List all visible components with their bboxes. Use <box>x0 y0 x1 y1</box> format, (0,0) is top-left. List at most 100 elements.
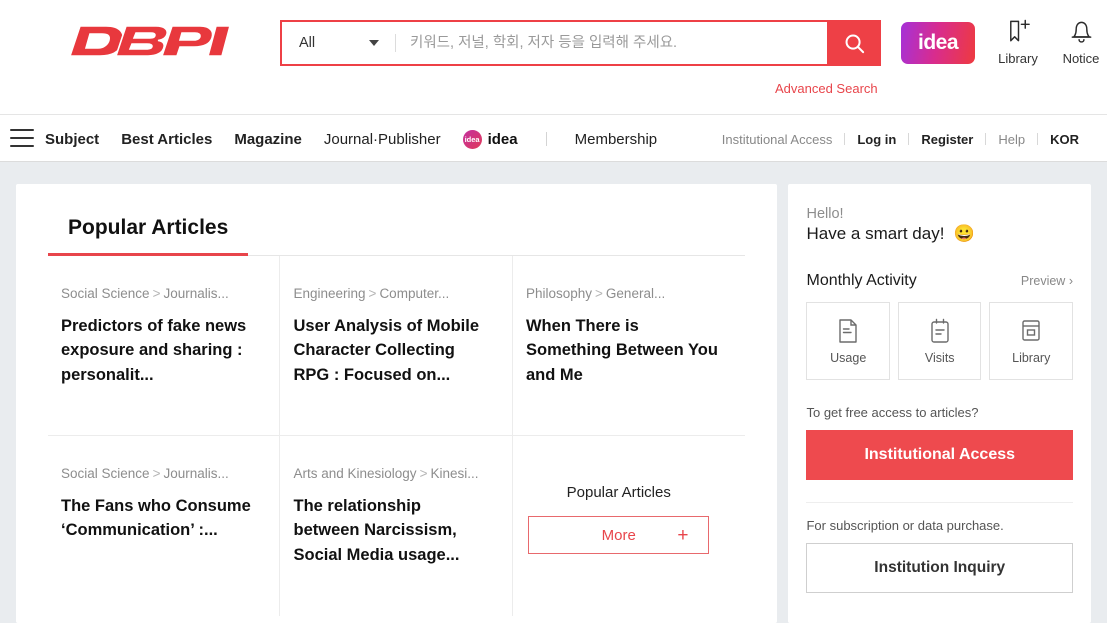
chevron-right-icon: > <box>152 286 161 301</box>
article-category[interactable]: Arts and Kinesiology > Kinesi... <box>293 466 490 481</box>
library-book-icon <box>1022 319 1040 341</box>
activity-box-visits[interactable]: Visits <box>897 302 982 380</box>
activity-box-usage-label: Usage <box>830 350 867 365</box>
idea-badge-label: idea <box>917 31 959 54</box>
greeting-message: Have a smart day! 😀 <box>806 224 1073 244</box>
hamburger-menu-icon[interactable] <box>10 127 34 149</box>
chevron-right-icon: › <box>1068 274 1073 288</box>
search-icon <box>845 34 864 53</box>
article-category-sub: General... <box>605 286 666 301</box>
article-category[interactable]: Engineering > Computer... <box>293 286 490 301</box>
nav-institutional-access[interactable]: Institutional Access <box>710 132 845 147</box>
main-navigation: Subject Best Articles Magazine Journal·P… <box>0 114 1107 162</box>
chevron-down-icon <box>369 40 379 46</box>
article-category-main: Social Science <box>61 286 150 301</box>
nav-item-journal-publisher[interactable]: Journal·Publisher <box>324 131 441 148</box>
header-library-button[interactable]: Library <box>990 18 1046 66</box>
greeting-hello: Hello! <box>806 206 844 222</box>
more-articles-cell: Popular Articles More + <box>513 436 746 616</box>
more-panel-label: Popular Articles <box>566 484 671 501</box>
article-category-sub: Computer... <box>379 286 450 301</box>
chevron-right-icon: > <box>152 466 161 481</box>
plus-icon: + <box>677 524 689 546</box>
more-button-label: More <box>601 526 636 544</box>
nav-separator <box>545 132 547 146</box>
monthly-activity-header: Monthly Activity Preview › <box>806 272 1073 290</box>
article-title[interactable]: When There is Something Between You and … <box>526 314 724 387</box>
panel-tabs: Popular Articles <box>48 184 746 256</box>
activity-box-library-label: Library <box>1012 350 1051 365</box>
activity-preview-link[interactable]: Preview › <box>1021 274 1073 288</box>
clipboard-visits-icon <box>931 318 949 343</box>
article-card[interactable]: Philosophy > General... When There is Some… <box>512 256 746 436</box>
activity-box-visits-label: Visits <box>924 350 955 365</box>
nav-item-magazine[interactable]: Magazine <box>234 131 302 148</box>
nav-item-idea[interactable]: idea idea <box>462 129 518 149</box>
activity-box-usage[interactable]: Usage <box>806 302 890 380</box>
nav-language-kor[interactable]: KOR <box>1038 132 1091 147</box>
article-category-sub: Kinesi... <box>430 466 479 481</box>
dbpia-logo[interactable] <box>66 22 238 60</box>
greeting-message-text: Have a smart day! <box>806 224 945 243</box>
tab-popular-articles[interactable]: Popular Articles <box>48 216 249 256</box>
articles-grid: Social Science > Journalis... Predictors o… <box>48 256 746 616</box>
more-button[interactable]: More + <box>527 516 710 554</box>
institution-inquiry-button[interactable]: Institution Inquiry <box>806 543 1073 593</box>
hamburger-line <box>10 137 34 139</box>
sidebar-divider <box>806 502 1073 503</box>
nav-left-group: Subject Best Articles Magazine Journal·P… <box>45 115 657 163</box>
header-notice-button[interactable]: Notice <box>1053 18 1107 66</box>
article-category[interactable]: Social Science > Journalis... <box>61 286 257 301</box>
activity-boxes: Usage Visits Library <box>806 302 1073 380</box>
article-category-main: Engineering <box>293 286 366 301</box>
article-card[interactable]: Social Science > Journalis... Predictors o… <box>48 256 281 436</box>
article-category-sub: Journalis... <box>163 466 229 481</box>
institutional-access-button[interactable]: Institutional Access <box>806 430 1073 480</box>
article-category[interactable]: Social Science > Journalis... <box>61 466 257 481</box>
article-title[interactable]: Predictors of fake news exposure and sha… <box>61 314 257 387</box>
header-notice-label: Notice <box>1062 51 1100 66</box>
article-title[interactable]: The relationship between Narcissism, Soc… <box>293 494 490 567</box>
nav-login[interactable]: Log in <box>845 132 908 147</box>
document-usage-icon <box>839 318 857 343</box>
article-category-main: Social Science <box>61 466 150 481</box>
nav-item-membership[interactable]: Membership <box>575 131 658 148</box>
nav-item-subject[interactable]: Subject <box>45 131 99 148</box>
article-card[interactable]: Engineering > Computer... User Analysis of… <box>280 256 513 436</box>
notice-bell-icon <box>1053 18 1107 46</box>
article-card[interactable]: Arts and Kinesiology > Kinesi... The relat… <box>280 436 513 616</box>
search-input[interactable] <box>396 22 827 64</box>
chevron-right-icon: > <box>368 286 377 301</box>
nav-item-best-articles[interactable]: Best Articles <box>121 131 212 148</box>
library-bookmark-add-icon <box>990 18 1046 46</box>
idea-circle-icon: idea <box>462 129 482 149</box>
popular-articles-panel: Popular Articles Social Science > Journali… <box>16 184 778 623</box>
advanced-search-link[interactable]: Advanced Search <box>775 81 878 96</box>
page-body: Popular Articles Social Science > Journali… <box>0 162 1107 623</box>
article-category-sub: Journalis... <box>163 286 229 301</box>
user-sidebar: Hello! Have a smart day! 😀 Monthly Activ… <box>788 184 1091 623</box>
article-title[interactable]: User Analysis of Mobile Character Collec… <box>293 314 490 387</box>
idea-badge-button[interactable]: idea <box>901 22 975 64</box>
site-header: All Advanced Search idea Library <box>0 0 1107 114</box>
search-scope-label: All <box>299 35 316 51</box>
nav-register[interactable]: Register <box>909 132 985 147</box>
nav-item-idea-label: idea <box>487 130 518 148</box>
search-scope-select[interactable]: All <box>282 22 395 64</box>
nav-help[interactable]: Help <box>986 132 1037 147</box>
header-library-label: Library <box>998 51 1038 66</box>
dbpia-logo-mark <box>68 25 232 57</box>
chevron-right-icon: > <box>419 466 428 481</box>
nav-right-group: Institutional Access Log in Register Hel… <box>710 115 1091 163</box>
subscription-note: For subscription or data purchase. <box>806 518 1004 533</box>
article-title[interactable]: The Fans who Consume ‘Communication’ :..… <box>61 494 257 543</box>
article-category-main: Arts and Kinesiology <box>293 466 417 481</box>
chevron-right-icon: > <box>595 286 603 301</box>
free-access-note: To get free access to articles? <box>806 405 979 420</box>
activity-box-library[interactable]: Library <box>989 302 1073 380</box>
search-submit-button[interactable] <box>827 20 881 66</box>
article-card[interactable]: Social Science > Journalis... The Fans who… <box>48 436 281 616</box>
article-category[interactable]: Philosophy > General... <box>526 286 724 301</box>
hamburger-line <box>10 129 34 131</box>
activity-preview-label: Preview <box>1020 274 1066 288</box>
